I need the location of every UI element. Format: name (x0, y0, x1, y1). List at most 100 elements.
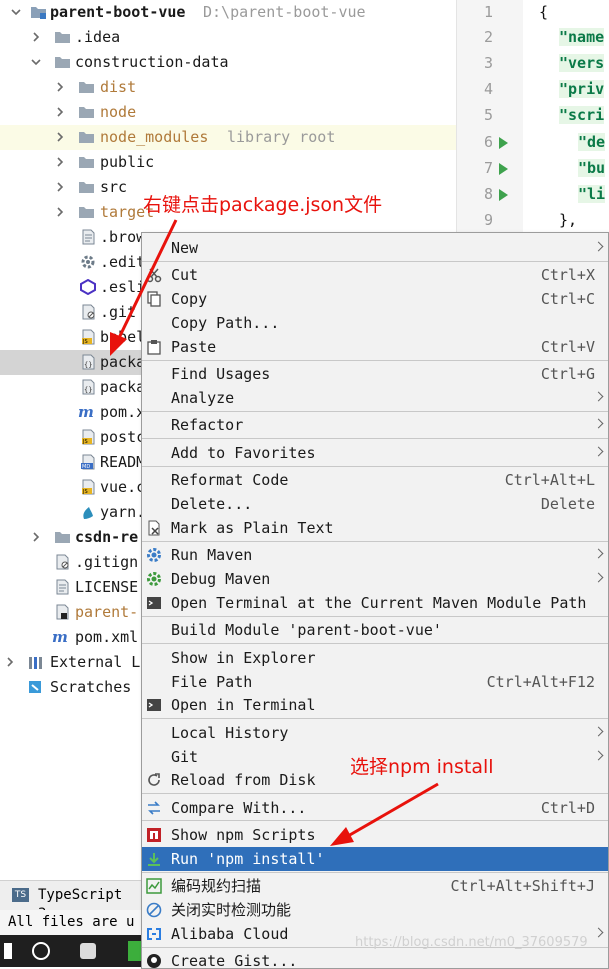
menu-item-label: 关闭实时检测功能 (171, 901, 292, 919)
submenu-arrow-icon (593, 726, 604, 737)
chevron-right-icon[interactable] (54, 206, 66, 218)
chevron-down-icon[interactable] (30, 56, 42, 68)
tree-item-node-modules[interactable]: node_modules library root (0, 125, 456, 150)
chevron-right-icon[interactable] (54, 131, 66, 143)
yarn-icon (80, 504, 97, 520)
submenu-arrow-icon (593, 572, 604, 583)
menu-item-copy-path[interactable]: Copy Path... (142, 311, 608, 335)
code-line: "bu (578, 159, 606, 177)
menu-item-show-in-explorer[interactable]: Show in Explorer (142, 646, 608, 670)
terminal-icon (146, 697, 162, 713)
reload-icon (146, 772, 162, 788)
chevron-right-icon[interactable] (30, 31, 42, 43)
menu-item-file-path[interactable]: File Path Ctrl+Alt+F12 (142, 670, 608, 694)
menu-item-paste[interactable]: Paste Ctrl+V (142, 335, 608, 359)
menu-item-open-in-terminal[interactable]: Open in Terminal (142, 693, 608, 717)
js-file-icon: JS (80, 429, 97, 445)
chevron-right-icon[interactable] (54, 181, 66, 193)
js-file-icon: JS (80, 479, 97, 495)
tree-item-label: pom.x (100, 403, 146, 421)
chevron-right-icon[interactable] (4, 656, 16, 668)
maven-debug-gear-icon (146, 571, 162, 587)
menu-item-copy[interactable]: Copy Ctrl+C (142, 287, 608, 311)
menu-separator (142, 820, 608, 821)
menu-item-create-gist[interactable]: Create Gist... (142, 949, 608, 968)
menu-item-label: Open in Terminal (171, 696, 316, 714)
menu-item-label: Run 'npm install' (171, 850, 325, 868)
menu-item-add-to-favorites[interactable]: Add to Favorites (142, 441, 608, 465)
root-path: D:\parent-boot-vue (203, 3, 366, 21)
run-script-icon[interactable] (499, 163, 508, 175)
chevron-right-icon[interactable] (54, 106, 66, 118)
menu-item-new[interactable]: New (142, 236, 608, 260)
svg-text:m: m (78, 404, 94, 420)
menu-item-label: Reload from Disk (171, 771, 316, 789)
menu-item-code-scan[interactable]: 编码规约扫描 Ctrl+Alt+Shift+J (142, 874, 608, 898)
menu-separator (142, 616, 608, 617)
code-area[interactable]: { "name "vers "priv "scri "de "bu "li }, (523, 0, 609, 232)
tree-item-node[interactable]: node (0, 100, 456, 125)
typescript-icon: TS (12, 888, 29, 902)
tree-item-label: src (100, 178, 128, 196)
menu-separator (142, 793, 608, 794)
menu-item-disable-realtime-check[interactable]: 关闭实时检测功能 (142, 898, 608, 922)
tree-root[interactable]: parent-boot-vue D:\parent-boot-vue (0, 0, 456, 25)
svg-text:{}: {} (84, 361, 92, 369)
menu-item-find-usages[interactable]: Find Usages Ctrl+G (142, 362, 608, 386)
menu-item-label: Run Maven (171, 546, 253, 564)
terminal-icon (146, 595, 162, 611)
code-line: "scri (559, 106, 605, 124)
tree-item-public[interactable]: public (0, 150, 456, 175)
app-icon[interactable] (128, 941, 141, 961)
tree-item-construction-data[interactable]: construction-data (0, 50, 456, 75)
menu-item-build-module[interactable]: Build Module 'parent-boot-vue' (142, 618, 608, 642)
tree-item-label: node_modules (100, 128, 209, 146)
chevron-right-icon[interactable] (54, 81, 66, 93)
tree-item-idea[interactable]: .idea (0, 25, 456, 50)
windows-taskbar (0, 935, 141, 967)
paste-icon (146, 339, 162, 355)
tree-item-label: dist (100, 78, 137, 96)
run-script-icon[interactable] (499, 189, 508, 201)
task-view-icon[interactable] (80, 943, 96, 959)
menu-separator (142, 466, 608, 467)
menu-item-run-npm-install[interactable]: Run 'npm install' (142, 847, 608, 871)
menu-item-label: Delete... (171, 495, 253, 513)
chevron-down-icon[interactable] (10, 6, 22, 18)
run-script-icon[interactable] (499, 137, 508, 149)
menu-item-reformat-code[interactable]: Reformat Code Ctrl+Alt+L (142, 468, 608, 492)
tree-item-label: .esli (100, 278, 146, 296)
menu-item-compare-with[interactable]: Compare With... Ctrl+D (142, 796, 608, 820)
code-line: }, (559, 211, 578, 229)
menu-separator (142, 411, 608, 412)
menu-item-mark-plain-text[interactable]: Mark as Plain Text (142, 516, 608, 540)
windows-start-icon[interactable] (4, 943, 12, 959)
line-number: 6 (483, 133, 493, 151)
menu-separator (142, 261, 608, 262)
chevron-right-icon[interactable] (30, 531, 42, 543)
typescript-tool-tab[interactable]: TS TypeScript 3. (0, 880, 141, 922)
menu-item-local-history[interactable]: Local History (142, 721, 608, 745)
search-icon[interactable] (32, 942, 50, 960)
menu-item-open-terminal-maven[interactable]: Open Terminal at the Current Maven Modul… (142, 591, 608, 615)
submenu-arrow-icon (593, 548, 604, 559)
menu-item-show-npm-scripts[interactable]: Show npm Scripts (142, 823, 608, 847)
menu-item-label: 编码规约扫描 (171, 877, 262, 895)
menu-item-delete[interactable]: Delete... Delete (142, 492, 608, 516)
line-number: 5 (483, 106, 493, 124)
menu-item-run-maven[interactable]: Run Maven (142, 543, 608, 567)
menu-item-label: Paste (171, 338, 217, 356)
menu-item-shortcut: Ctrl+X (540, 266, 595, 284)
menu-item-cut[interactable]: Cut Ctrl+X (142, 263, 608, 287)
menu-item-refactor[interactable]: Refactor (142, 413, 608, 437)
line-number: 8 (483, 185, 493, 203)
menu-item-debug-maven[interactable]: Debug Maven (142, 567, 608, 591)
code-line: "de (578, 133, 606, 151)
menu-item-shortcut: Ctrl+D (540, 799, 595, 817)
tree-item-dist[interactable]: dist (0, 75, 456, 100)
chevron-right-icon[interactable] (54, 156, 66, 168)
menu-separator (142, 872, 608, 873)
menu-item-analyze[interactable]: Analyze (142, 386, 608, 410)
maven-icon: m (52, 629, 69, 645)
code-editor[interactable]: 1 2 3 4 5 6 7 8 9 { "name "vers "priv "s… (456, 0, 609, 232)
